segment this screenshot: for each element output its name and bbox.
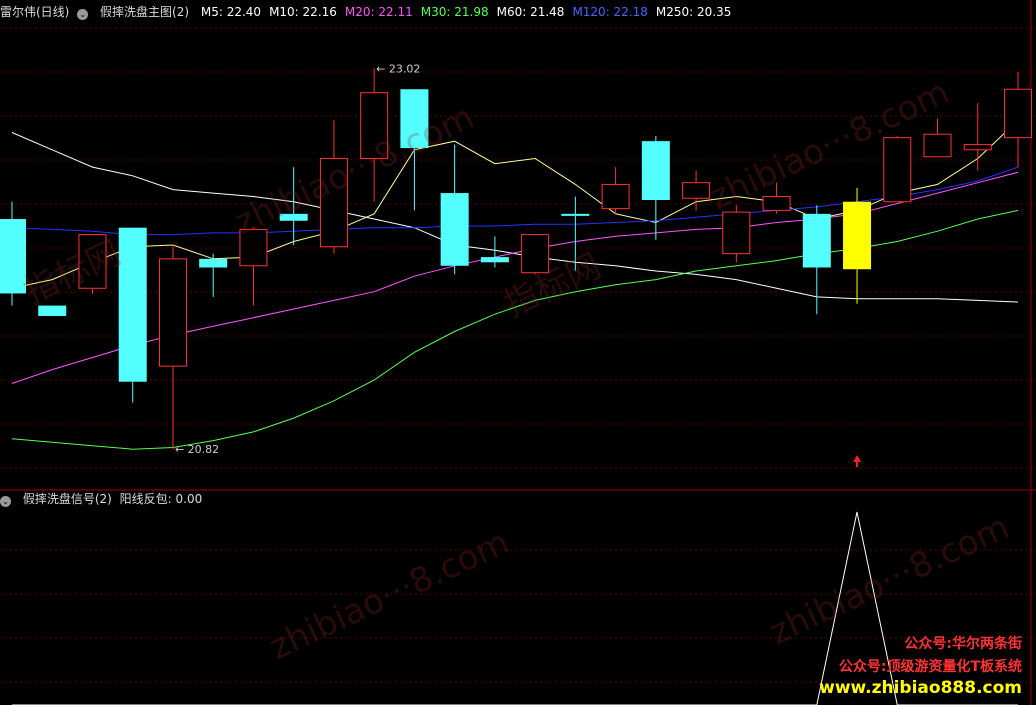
indicator-menu-icon[interactable]: ⌄: [77, 9, 89, 20]
ma-readout: M10: 22.16: [269, 5, 337, 19]
candle-body: [400, 89, 429, 149]
main-indicator-name[interactable]: 假摔洗盘主图(2): [100, 5, 189, 19]
candle-body: [802, 213, 831, 268]
signal-line: [12, 511, 1018, 705]
sub-indicator-name[interactable]: 假摔洗盘信号(2): [23, 492, 112, 506]
candle-body: [199, 258, 228, 268]
high-price-label: ← 23.02: [376, 62, 420, 75]
ma-readout: M20: 22.11: [344, 5, 413, 19]
candle-body: [118, 227, 147, 382]
candle-body: [722, 211, 751, 255]
ma-readout-row: M5: 22.40 M10: 22.16 M20: 22.11 M30: 21.98 M…: [201, 5, 740, 19]
candle-body: [561, 213, 590, 216]
candle-body: [1004, 88, 1032, 139]
candle-body: [0, 219, 26, 294]
candle-body: [279, 213, 308, 221]
candle-body: [239, 228, 268, 267]
candle-body: [682, 182, 711, 199]
sub-indicator-readout: 阳线反包: 0.00: [119, 492, 203, 506]
ma-readout: M250: 20.35: [655, 5, 732, 19]
low-price-label: ← 20.82: [175, 443, 219, 456]
candle-body: [480, 257, 509, 263]
candle-body: [601, 183, 630, 210]
candle-body: [883, 137, 912, 203]
candle-body: [963, 144, 992, 151]
candle-body: [923, 133, 952, 158]
promo-line-2: 公众号:顶级游资量化T板系统: [838, 659, 1022, 675]
promo-line-1: 公众号:华尔两条街: [904, 636, 1022, 652]
buy-arrow-icon: [853, 455, 862, 462]
promo-line-3: www.zhibiao888.com: [819, 678, 1022, 698]
candle-body: [319, 157, 348, 248]
main-panel-header: 雷尔伟(日线) ⌄ 假摔洗盘主图(2) M5: 22.40 M10: 22.16 M…: [0, 3, 747, 21]
ma-readout: M120: 22.18: [572, 5, 648, 19]
candle-body: [78, 234, 107, 289]
candle-body: [38, 305, 67, 316]
stock-name[interactable]: 雷尔伟(日线): [0, 5, 69, 19]
ma-readout: M30: 21.98: [420, 5, 489, 19]
candle-body: [641, 141, 670, 200]
kline-chart-canvas: ← 23.02 ← 20.82: [0, 0, 1036, 705]
sub-indicator-menu-icon[interactable]: ⌄: [0, 496, 11, 507]
candle-body: [762, 196, 791, 211]
candle-body: [521, 234, 550, 274]
ma-readout: M60: 21.48: [496, 5, 565, 19]
candle-body: [158, 258, 187, 367]
ma-readout: M5: 22.40: [200, 5, 262, 19]
candle-body: [440, 193, 469, 266]
candle-body: [843, 201, 872, 270]
sub-panel-header: ⌄ 假摔洗盘信号(2) 阳线反包: 0.00: [0, 490, 210, 508]
candle-body: [360, 92, 389, 159]
